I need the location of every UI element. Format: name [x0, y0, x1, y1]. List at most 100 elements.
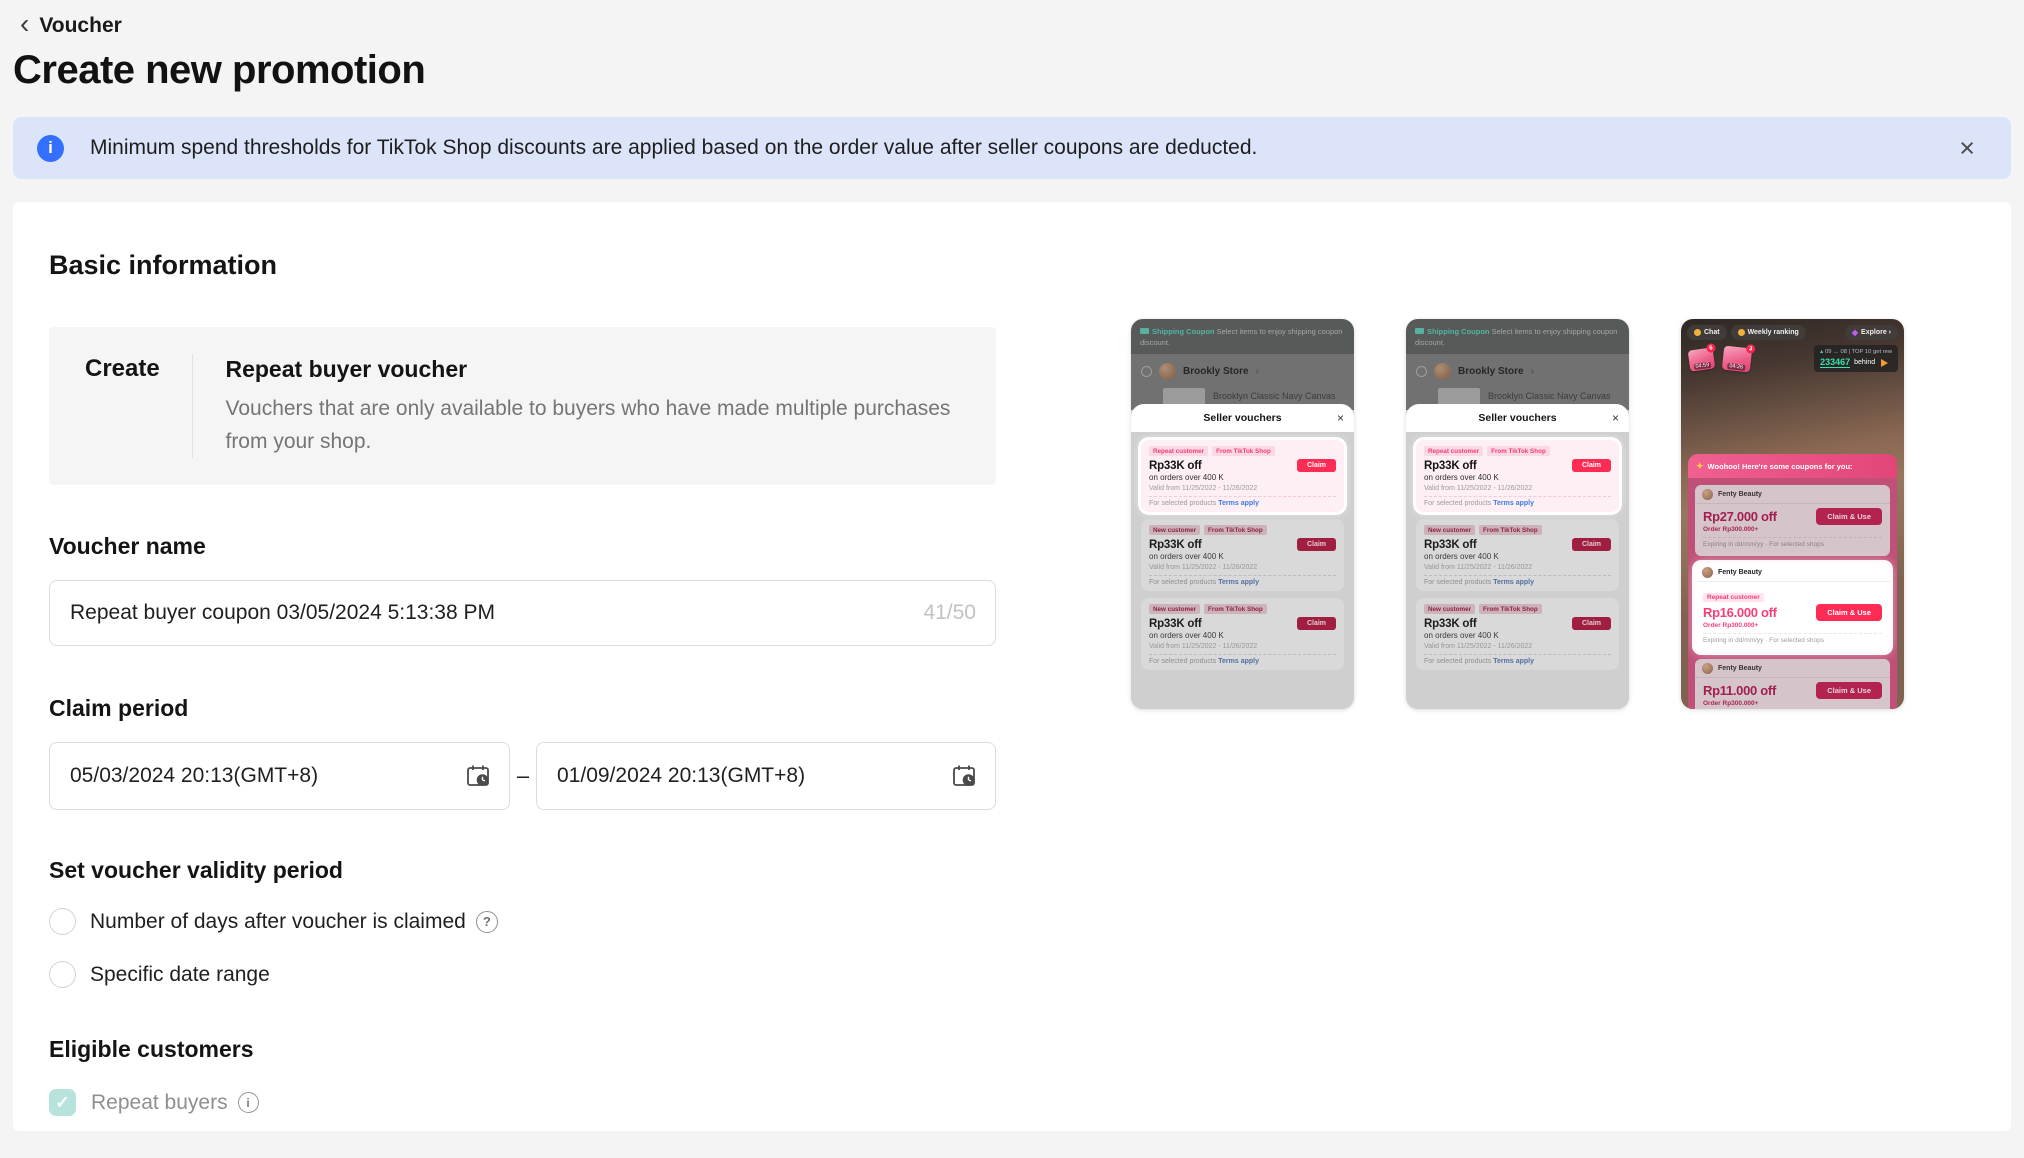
terms-apply-link: Terms apply: [1493, 500, 1534, 507]
repeat-buyers-label: Repeat buyers: [91, 1091, 228, 1115]
voucher-card-list: Repeat customer From TikTok Shop Rp33K of…: [1406, 432, 1629, 709]
shipping-coupon-strip: Shipping Coupon Select items to enjoy sh…: [1131, 319, 1354, 354]
voucher-type-title: Repeat buyer voucher: [225, 354, 996, 384]
date-range-separator: –: [510, 763, 536, 789]
voucher-footer: For selected products Terms apply: [1149, 658, 1336, 665]
coupon-threshold: Order Rp300.000+: [1703, 622, 1882, 629]
voucher-tag: Repeat customer: [1424, 446, 1483, 456]
coupon-store-row: Fenty Beauty: [1695, 485, 1890, 504]
create-promotion-page: ‹ Voucher Create new promotion i Minimum…: [0, 0, 2024, 1158]
coupon-body: Rp11.000 offClaim & Use Order Rp300.000+…: [1695, 678, 1890, 709]
coupon-store-row: Fenty Beauty: [1695, 659, 1890, 678]
shipping-coupon-title: Shipping Coupon: [1427, 327, 1489, 336]
store-name: Brookly Store: [1458, 366, 1524, 377]
chat-label: Chat: [1704, 329, 1720, 336]
banner-close-icon[interactable]: ×: [1953, 133, 1981, 164]
explore-icon: ◆: [1852, 328, 1858, 337]
info-icon[interactable]: i: [238, 1092, 259, 1113]
seller-vouchers-sheet: Seller vouchers × Repeat customerFrom Ti…: [1406, 404, 1629, 709]
coupons-panel-header: ✦ Woohoo! Here're some coupons for you:: [1688, 454, 1897, 478]
calendar-clock-icon: [465, 763, 491, 789]
radio-specific-date-range[interactable]: [49, 961, 76, 988]
voucher-threshold: on orders over 400 K: [1149, 473, 1336, 482]
voucher-tag: Repeat customer: [1149, 446, 1208, 456]
live-coupon-card-dimmed: Fenty Beauty Rp27.000 offClaim & Use Ord…: [1695, 485, 1890, 556]
voucher-footer: For selected products Terms apply: [1424, 658, 1611, 665]
shipping-coupon-strip: Shipping Coupon Select items to enjoy sh…: [1406, 319, 1629, 354]
preview-phone-seller-vouchers-1: Shipping Coupon Select items to enjoy sh…: [1131, 319, 1354, 709]
ranking-status-box: ▴09 → 08 | TOP 10 get rew 233467 behind: [1814, 345, 1898, 372]
chevron-right-icon: ›: [1256, 366, 1259, 377]
validity-option-days: Number of days after voucher is claimed …: [49, 908, 2011, 935]
coupon-body: Repeat customer Rp16.000 offClaim & Use …: [1695, 582, 1890, 652]
live-coupon-card-dimmed: Fenty Beauty Rp11.000 offClaim & Use Ord…: [1695, 659, 1890, 709]
gift-count-badge: 6: [1706, 343, 1716, 353]
claim-start-input[interactable]: 05/03/2024 20:13(GMT+8): [49, 742, 510, 810]
voucher-footer: For selected products Terms apply: [1149, 500, 1336, 507]
voucher-validity: Valid from 11/25/2022 - 11/26/2022: [1149, 643, 1336, 650]
coupons-panel: ✦ Woohoo! Here're some coupons for you: …: [1688, 454, 1897, 709]
rank-behind-label: behind: [1854, 359, 1875, 366]
dashed-divider: [1149, 575, 1336, 576]
coupon-amount: Rp16.000 off: [1703, 605, 1777, 620]
sheet-title: Seller vouchers: [1478, 412, 1556, 424]
radio-days-label: Number of days after voucher is claimed: [90, 910, 466, 934]
voucher-card-dimmed: New customerFrom TikTok Shop Rp33K offCl…: [1416, 519, 1619, 591]
coupon-expiry: Expiring in dd/mm/yy · For selected shop…: [1703, 541, 1882, 548]
voucher-amount: Rp33K off: [1424, 618, 1477, 630]
coupon-amount: Rp11.000 off: [1703, 683, 1776, 698]
eligible-customers-label: Eligible customers: [49, 1036, 2011, 1063]
claim-button: Claim: [1572, 459, 1611, 472]
voucher-footer-text: For selected products: [1149, 500, 1218, 507]
product-name: Brooklyn Classic Navy Canvas: [1213, 388, 1336, 401]
voucher-footer-text: For selected products: [1424, 658, 1493, 665]
radio-range-label: Specific date range: [90, 963, 270, 987]
store-radio-icon: [1416, 366, 1427, 377]
page-title: Create new promotion: [13, 48, 2024, 93]
rank-number: 233467: [1820, 357, 1850, 368]
voucher-footer: For selected products Terms apply: [1149, 579, 1336, 586]
store-row: Brookly Store ›: [1131, 354, 1354, 388]
voucher-threshold: on orders over 400 K: [1424, 473, 1611, 482]
megaphone-icon: [1881, 359, 1888, 367]
voucher-tag: From TikTok Shop: [1212, 446, 1275, 456]
rank-line: ▴09 → 08 | TOP 10 get rew: [1820, 348, 1892, 355]
voucher-footer: For selected products Terms apply: [1424, 500, 1611, 507]
coupon-body: Rp27.000 offClaim & Use Order Rp300.000+…: [1695, 504, 1890, 556]
voucher-validity: Valid from 11/25/2022 - 11/26/2022: [1424, 485, 1611, 492]
voucher-tag: New customer: [1424, 604, 1475, 614]
terms-apply-link: Terms apply: [1218, 500, 1259, 507]
chat-icon: [1694, 329, 1701, 336]
chat-pill: Chat: [1687, 325, 1727, 340]
voucher-tag: From TikTok Shop: [1479, 604, 1542, 614]
voucher-footer-text: For selected products: [1424, 579, 1493, 586]
voucher-name-input[interactable]: [49, 580, 996, 646]
voucher-footer-text: For selected products: [1424, 500, 1493, 507]
party-icon: ✦: [1696, 461, 1704, 472]
coupon-store-row: Fenty Beauty: [1695, 563, 1890, 582]
voucher-type-info: Repeat buyer voucher Vouchers that are o…: [193, 354, 996, 458]
live-mid-row: 6 04:59 3 04:26 ▴09 → 08 | TOP 10 get re…: [1681, 345, 1904, 389]
section-heading: Basic information: [49, 250, 2011, 281]
char-counter: 41/50: [923, 601, 976, 625]
coupon-threshold: Order Rp300.000+: [1703, 700, 1882, 707]
coupon-expiry: Expiring in dd/mm/yy · For selected shop…: [1703, 637, 1882, 644]
repeat-buyers-checkbox[interactable]: ✓: [49, 1089, 76, 1116]
voucher-threshold: on orders over 400 K: [1424, 552, 1611, 561]
help-icon[interactable]: ?: [476, 911, 498, 933]
coupons-panel-title: Woohoo! Here're some coupons for you:: [1708, 462, 1853, 471]
voucher-validity: Valid from 11/25/2022 - 11/26/2022: [1149, 485, 1336, 492]
explore-label: Explore ›: [1861, 329, 1891, 336]
back-link[interactable]: ‹ Voucher: [0, 0, 122, 38]
claim-button: Claim: [1297, 617, 1336, 630]
coupon-amount: Rp27.000 off: [1703, 509, 1777, 524]
coupon-threshold: Order Rp300.000+: [1703, 526, 1882, 533]
claim-end-input[interactable]: 01/09/2024 20:13(GMT+8): [536, 742, 996, 810]
voucher-tag: New customer: [1424, 525, 1475, 535]
claim-start-value: 05/03/2024 20:13(GMT+8): [70, 764, 465, 788]
claim-button: Claim: [1297, 538, 1336, 551]
create-mode-label: Create: [85, 354, 192, 384]
sheet-title: Seller vouchers: [1203, 412, 1281, 424]
validity-option-range: Specific date range: [49, 961, 2011, 988]
radio-days-after-claim[interactable]: [49, 908, 76, 935]
